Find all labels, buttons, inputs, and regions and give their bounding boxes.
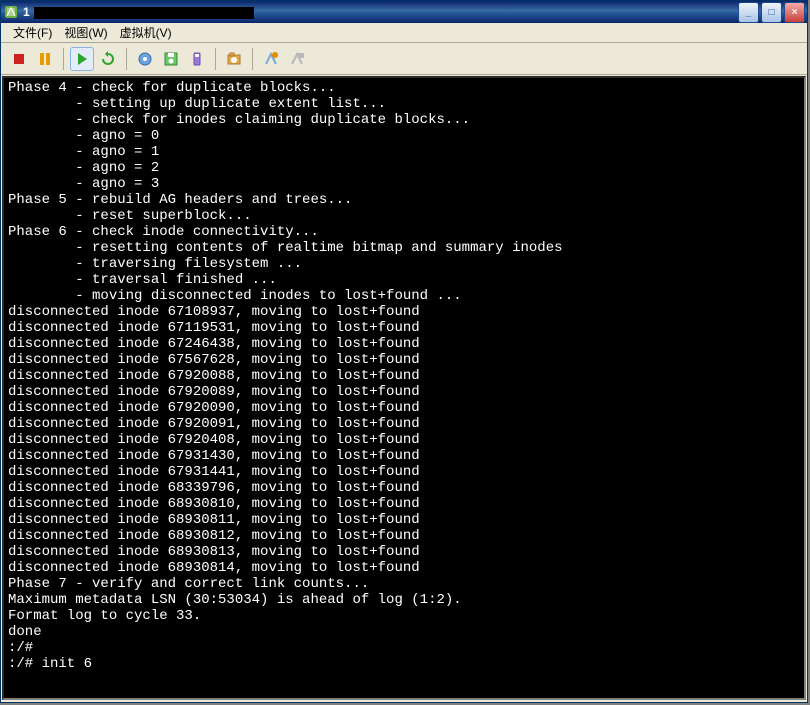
toolbar-separator xyxy=(215,48,216,70)
connect-floppy-button[interactable] xyxy=(159,47,183,71)
titlebar[interactable]: 1 _ □ × xyxy=(1,1,807,23)
snapshot-button[interactable] xyxy=(222,47,246,71)
window-controls: _ □ × xyxy=(738,2,805,23)
snapshot-icon xyxy=(226,51,242,67)
window-title: 1 xyxy=(23,5,738,19)
menu-file[interactable]: 文件(F) xyxy=(7,22,58,43)
toolbar-separator xyxy=(63,48,64,70)
stop-icon xyxy=(11,51,27,67)
maximize-button[interactable]: □ xyxy=(761,2,782,23)
cd-icon xyxy=(137,51,153,67)
menubar: 文件(F) 视图(W) 虚拟机(V) xyxy=(1,23,807,43)
toolbar-separator xyxy=(252,48,253,70)
connect-cd-button[interactable] xyxy=(133,47,157,71)
minimize-button[interactable]: _ xyxy=(738,2,759,23)
shortcut-icon xyxy=(263,51,279,67)
stop-button[interactable] xyxy=(7,47,31,71)
menu-vm[interactable]: 虚拟机(V) xyxy=(114,22,178,43)
shortcut-button[interactable] xyxy=(259,47,283,71)
title-redacted xyxy=(34,7,254,19)
app-icon xyxy=(3,4,19,20)
fullscreen-icon xyxy=(289,51,305,67)
pause-icon xyxy=(37,51,53,67)
floppy-icon xyxy=(163,51,179,67)
pause-button[interactable] xyxy=(33,47,57,71)
reset-button[interactable] xyxy=(96,47,120,71)
usb-icon xyxy=(189,51,205,67)
toolbar xyxy=(1,43,807,75)
fullscreen-button[interactable] xyxy=(285,47,309,71)
vm-console-window: 1 _ □ × 文件(F) 视图(W) 虚拟机(V) xyxy=(0,0,808,703)
toolbar-separator xyxy=(126,48,127,70)
close-button[interactable]: × xyxy=(784,2,805,23)
reset-icon xyxy=(100,51,116,67)
play-icon xyxy=(74,51,90,67)
play-button[interactable] xyxy=(70,47,94,71)
menu-view[interactable]: 视图(W) xyxy=(58,22,113,43)
console-terminal[interactable]: Phase 4 - check for duplicate blocks... … xyxy=(2,76,806,700)
console-output: Phase 4 - check for duplicate blocks... … xyxy=(8,80,800,672)
connect-usb-button[interactable] xyxy=(185,47,209,71)
